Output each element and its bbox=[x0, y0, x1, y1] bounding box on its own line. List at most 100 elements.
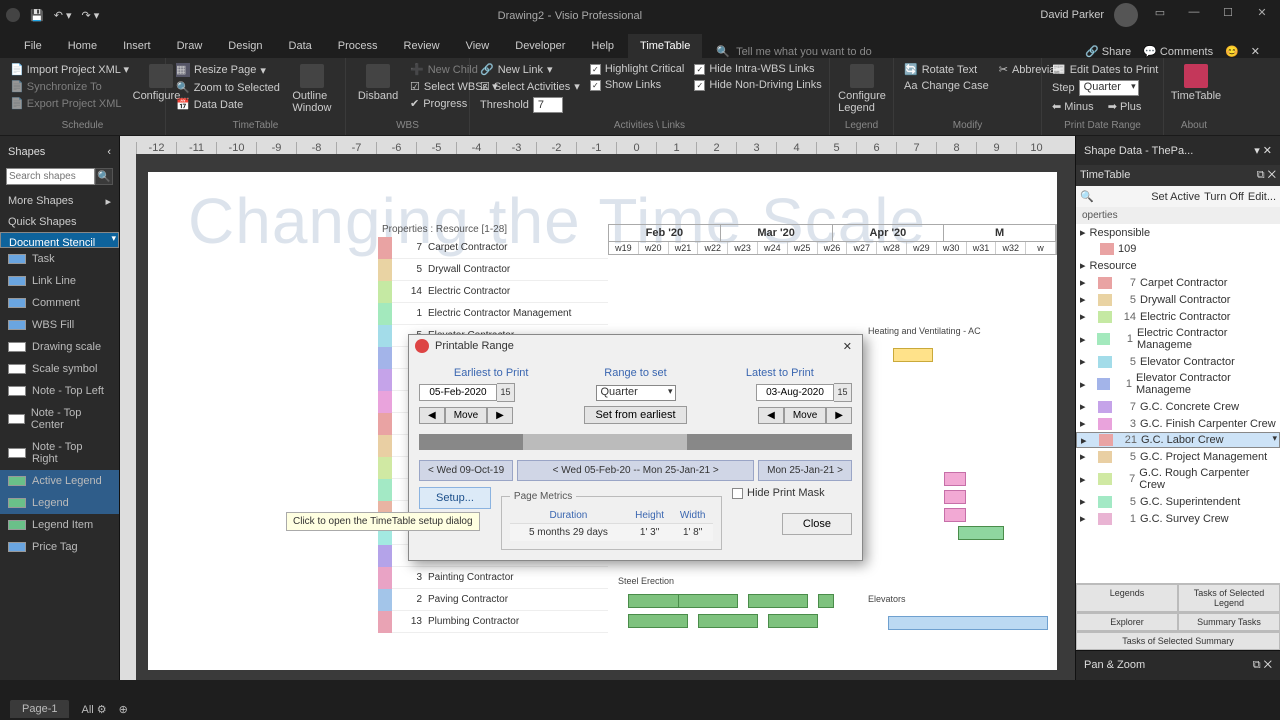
avatar[interactable] bbox=[1114, 3, 1138, 27]
tab-design[interactable]: Design bbox=[216, 34, 274, 58]
tab-explorer[interactable]: Explorer bbox=[1076, 613, 1178, 631]
hide-intra[interactable]: ✓Hide Intra-WBS Links bbox=[692, 62, 824, 76]
about-timetable[interactable]: TimeTable bbox=[1172, 62, 1220, 104]
page-tab[interactable]: Page-1 bbox=[10, 700, 69, 718]
task-pane-opts-icon[interactable]: ▾ bbox=[1254, 145, 1260, 157]
close-ribbon-icon[interactable]: ✕ bbox=[1251, 45, 1260, 58]
latest-prev[interactable]: ◀ bbox=[758, 407, 784, 424]
tab-timetable[interactable]: TimeTable bbox=[628, 34, 702, 58]
resize-page[interactable]: ▦Resize Page ▾ bbox=[174, 62, 282, 78]
stencil-item[interactable]: Comment bbox=[0, 292, 119, 314]
stencil-item[interactable]: Note - Top Left bbox=[0, 380, 119, 402]
legend-item[interactable]: ▸1G.C. Survey Crew bbox=[1076, 510, 1280, 527]
legend-item[interactable]: ▸3G.C. Finish Carpenter Crew bbox=[1076, 415, 1280, 432]
resource-row[interactable]: 7Carpet Contractor bbox=[378, 237, 608, 259]
tab-home[interactable]: Home bbox=[56, 34, 109, 58]
calendar-icon[interactable]: 15 bbox=[834, 383, 852, 402]
close-icon[interactable]: ✕ bbox=[1268, 169, 1276, 181]
stencil-item[interactable]: Legend Item bbox=[0, 514, 119, 536]
undo-icon[interactable]: ↶ ▾ bbox=[54, 9, 72, 22]
plus-button[interactable]: ➡ Plus bbox=[1108, 100, 1142, 113]
dialog-close-icon[interactable]: ✕ bbox=[839, 340, 856, 353]
save-icon[interactable]: 💾 bbox=[30, 9, 44, 22]
tab-process[interactable]: Process bbox=[326, 34, 390, 58]
stencil-item[interactable]: Active Legend bbox=[0, 470, 119, 492]
turn-off[interactable]: Turn Off bbox=[1204, 191, 1244, 203]
redo-icon[interactable]: ↷ ▾ bbox=[82, 9, 100, 22]
legend-item[interactable]: ▸1Electric Contractor Manageme bbox=[1076, 325, 1280, 353]
timetable-tab[interactable]: TimeTable bbox=[1080, 169, 1130, 182]
range-select[interactable]: Quarter bbox=[596, 385, 676, 401]
earliest-prev[interactable]: ◀ bbox=[419, 407, 445, 424]
tab-draw[interactable]: Draw bbox=[165, 34, 215, 58]
threshold-input[interactable] bbox=[533, 97, 563, 113]
set-from-earliest[interactable]: Set from earliest bbox=[584, 406, 686, 424]
setup-button[interactable]: Setup... bbox=[419, 487, 491, 509]
legend-item[interactable]: ▸5Elevator Contractor bbox=[1076, 353, 1280, 370]
tl-prev[interactable]: < Wed 09-Oct-19 bbox=[419, 460, 513, 481]
minimize-button[interactable]: — bbox=[1182, 6, 1206, 24]
popout-icon[interactable]: ⧉ bbox=[1253, 659, 1261, 671]
legend-item[interactable]: ▸5Drywall Contractor bbox=[1076, 291, 1280, 308]
all-pages[interactable]: All ⚙ bbox=[81, 703, 106, 716]
tab-review[interactable]: Review bbox=[392, 34, 452, 58]
tell-me[interactable]: 🔍 Tell me what you want to do bbox=[716, 45, 1083, 58]
responsible-row[interactable]: ▸Responsible bbox=[1076, 224, 1280, 241]
calendar-icon[interactable]: 15 bbox=[497, 383, 515, 402]
responsible-value[interactable]: 109 bbox=[1076, 241, 1280, 257]
legend-item[interactable]: ▸7G.C. Concrete Crew bbox=[1076, 398, 1280, 415]
legend-item[interactable]: ▸5G.C. Superintendent bbox=[1076, 493, 1280, 510]
tab-data[interactable]: Data bbox=[277, 34, 324, 58]
shapes-collapse-icon[interactable]: ‹ bbox=[107, 146, 111, 158]
stencil-item[interactable]: Task bbox=[0, 248, 119, 270]
tab-developer[interactable]: Developer bbox=[503, 34, 577, 58]
highlight-critical[interactable]: ✓Highlight Critical bbox=[588, 62, 686, 76]
tab-insert[interactable]: Insert bbox=[111, 34, 163, 58]
close-icon[interactable]: ✕ bbox=[1264, 659, 1272, 671]
stencil-item[interactable]: Price Tag bbox=[0, 536, 119, 558]
comments-button[interactable]: 💬 Comments bbox=[1143, 45, 1213, 58]
legend-item[interactable]: ▸5G.C. Project Management bbox=[1076, 448, 1280, 465]
legend-item[interactable]: ▸1Elevator Contractor Manageme bbox=[1076, 370, 1280, 398]
stencil-item[interactable]: Link Line bbox=[0, 270, 119, 292]
show-links[interactable]: ✓Show Links bbox=[588, 78, 686, 92]
range-slider[interactable] bbox=[419, 434, 852, 450]
emoji-icon[interactable]: 😊 bbox=[1225, 45, 1239, 58]
stencil-item[interactable]: Note - Top Right bbox=[0, 436, 119, 470]
configure-legend[interactable]: Configure Legend bbox=[838, 62, 886, 116]
stencil-item[interactable]: Note - Top Center bbox=[0, 402, 119, 436]
tab-summary[interactable]: Summary Tasks bbox=[1178, 613, 1280, 631]
close-panel-icon[interactable]: ✕ bbox=[1263, 145, 1272, 157]
edit-dates[interactable]: 📰 Edit Dates to Print bbox=[1050, 62, 1160, 77]
change-case[interactable]: Aa Change Case bbox=[902, 79, 991, 93]
ribbon-options-icon[interactable]: ▭ bbox=[1148, 6, 1172, 24]
select-activities[interactable]: ☑ Select Activities ▾ bbox=[478, 79, 582, 94]
new-page-icon[interactable]: ⊕ bbox=[119, 703, 128, 716]
legend-item[interactable]: ▸21G.C. Labor Crew bbox=[1076, 432, 1280, 448]
stencil-item[interactable]: Legend bbox=[0, 492, 119, 514]
resource-row[interactable]: ▸Resource bbox=[1076, 257, 1280, 274]
close-button[interactable]: ✕ bbox=[1250, 6, 1274, 24]
legend-item[interactable]: ▸7G.C. Rough Carpenter Crew bbox=[1076, 465, 1280, 493]
tab-tasks-summary[interactable]: Tasks of Selected Summary bbox=[1076, 632, 1280, 650]
latest-move[interactable]: Move bbox=[784, 407, 826, 424]
earliest-next[interactable]: ▶ bbox=[487, 407, 513, 424]
stencil-item[interactable]: Scale symbol bbox=[0, 358, 119, 380]
legend-item[interactable]: ▸7Carpet Contractor bbox=[1076, 274, 1280, 291]
tl-next[interactable]: Mon 25-Jan-21 > bbox=[758, 460, 852, 481]
outline-window[interactable]: Outline Window bbox=[288, 62, 336, 116]
shapes-search-btn[interactable]: 🔍 bbox=[95, 168, 113, 185]
resource-row[interactable]: 5Drywall Contractor bbox=[378, 259, 608, 281]
share-button[interactable]: 🔗 Share bbox=[1085, 45, 1131, 58]
earliest-move[interactable]: Move bbox=[445, 407, 487, 424]
resource-row[interactable]: 2Paving Contractor bbox=[378, 589, 608, 611]
disband-button[interactable]: Disband bbox=[354, 62, 402, 104]
more-shapes[interactable]: More Shapes▸ bbox=[0, 191, 119, 212]
autosave-icon[interactable] bbox=[6, 8, 20, 22]
set-active[interactable]: Set Active bbox=[1151, 191, 1200, 203]
tl-current[interactable]: < Wed 05-Feb-20 -- Mon 25-Jan-21 > bbox=[517, 460, 754, 481]
hide-nondriving[interactable]: ✓Hide Non-Driving Links bbox=[692, 78, 824, 92]
zoom-selected[interactable]: 🔍Zoom to Selected bbox=[174, 80, 282, 95]
quick-shapes[interactable]: Quick Shapes bbox=[0, 212, 119, 232]
resource-row[interactable]: 14Electric Contractor bbox=[378, 281, 608, 303]
